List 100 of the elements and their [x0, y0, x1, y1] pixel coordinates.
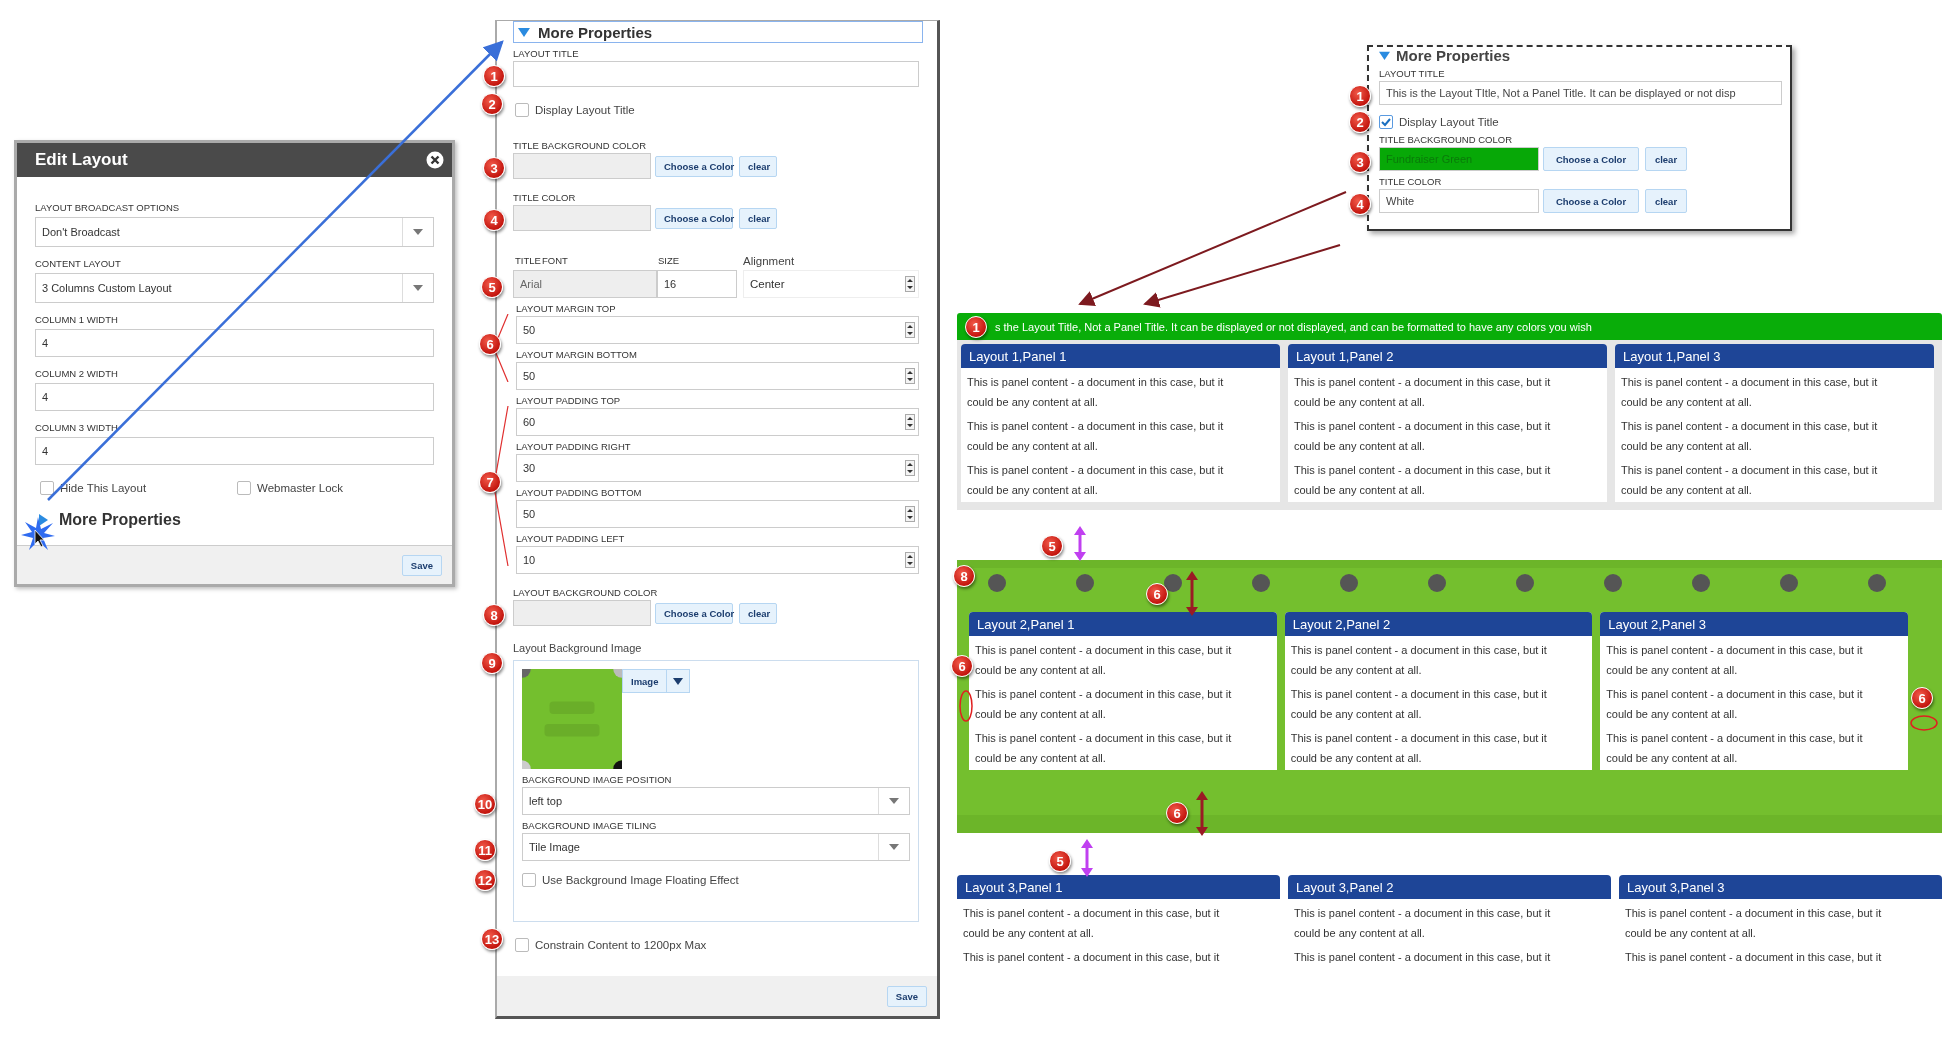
number-field[interactable]: 50: [516, 316, 919, 344]
input-field[interactable]: 16: [657, 270, 737, 298]
double-arrow: [1185, 571, 1199, 616]
callout-number: 9: [481, 652, 503, 674]
panel-text: This is panel content - a document in this case, but it could be any content at all.: [1294, 906, 1552, 941]
panel-text: This is panel content - a document in this case, but it could be any content at all.: [975, 687, 1233, 722]
field-label: LAYOUT PADDING RIGHT: [516, 441, 631, 452]
input-field[interactable]: This is the Layout TItle, Not a Panel Title. It can be displayed or not disp: [1379, 81, 1782, 105]
caret-icon: [673, 677, 684, 685]
choose-color-button[interactable]: Choose a Color: [1543, 189, 1639, 213]
clear-button[interactable]: clear: [1645, 147, 1687, 171]
spinner-icon[interactable]: [905, 460, 915, 476]
checkbox[interactable]: [1379, 115, 1393, 129]
dropdown[interactable]: Tile Image: [522, 833, 910, 861]
checkbox-label: Constrain Content to 1200px Max: [535, 939, 707, 951]
spinner-icon[interactable]: [905, 506, 915, 522]
callout-number: 1: [483, 65, 505, 87]
input-field[interactable]: 4: [35, 329, 434, 357]
spinner-icon[interactable]: [905, 276, 915, 292]
double-arrow: [1080, 839, 1094, 877]
number-field[interactable]: 50: [516, 500, 919, 528]
choose-color-button[interactable]: Choose a Color: [655, 602, 733, 624]
spinner-icon[interactable]: [905, 322, 915, 338]
dropdown[interactable]: left top: [522, 787, 910, 815]
checkbox[interactable]: [515, 103, 529, 117]
panel-text: This is panel content - a document in this case, but it could be any content at all.: [1294, 419, 1552, 454]
panel-title: Layout 1,Panel 2: [1288, 344, 1607, 368]
section-toggle[interactable]: More Properties: [59, 511, 181, 529]
field-label: TITLE COLOR: [1379, 176, 1442, 187]
callout-number: 1: [1349, 85, 1371, 107]
bracket-drawing: [493, 314, 509, 382]
dropdown[interactable]: 3 Columns Custom Layout: [35, 273, 434, 303]
choose-color-button[interactable]: Choose a Color: [1543, 147, 1639, 171]
alignment-spinner[interactable]: Center: [743, 270, 919, 298]
callout-number: 3: [1349, 151, 1371, 173]
clear-button[interactable]: clear: [739, 155, 777, 177]
panel-title: Layout 2,Panel 3: [1600, 612, 1908, 636]
field-label: TITLE: [515, 255, 542, 267]
caret-icon: [413, 285, 423, 291]
panel-text: This is panel content - a document in this case, but it could be any content at all.: [975, 731, 1233, 766]
panel-text: This is panel content - a document in this case, but it could be any content at all.: [967, 375, 1225, 410]
number-field[interactable]: 60: [516, 408, 919, 436]
choose-color-button[interactable]: Choose a Color: [655, 155, 733, 177]
section-header[interactable]: More Properties: [513, 21, 923, 43]
spinner-icon[interactable]: [905, 368, 915, 384]
checkbox[interactable]: [40, 481, 54, 495]
checkbox-label: Webmaster Lock: [257, 482, 344, 494]
field-label: LAYOUT MARGIN TOP: [516, 303, 616, 314]
clear-button[interactable]: clear: [1645, 189, 1687, 213]
color-field[interactable]: [513, 205, 651, 231]
callout-number: 5: [1041, 535, 1063, 557]
clear-button[interactable]: clear: [739, 602, 777, 624]
field-label: COLUMN 1 WIDTH: [35, 314, 119, 326]
section-header[interactable]: More Properties: [1379, 47, 1782, 63]
callout-number: 8: [483, 604, 505, 626]
panel-title: Layout 3,Panel 3: [1619, 875, 1942, 899]
callout-number: 4: [1349, 193, 1371, 215]
field-label: COLUMN 3 WIDTH: [35, 422, 119, 434]
field-label: TITLE BACKGROUND COLOR: [1379, 134, 1513, 145]
color-field[interactable]: White: [1379, 189, 1539, 213]
input-field[interactable]: Arial: [513, 270, 657, 298]
highlight-ellipse: [1910, 715, 1938, 731]
input-field[interactable]: 4: [35, 437, 434, 465]
panel-title: Layout 2,Panel 1: [969, 612, 1277, 636]
checkbox-label: Use Background Image Floating Effect: [542, 874, 739, 886]
expand-triangle-icon[interactable]: [37, 514, 49, 526]
field-label: LAYOUT PADDING BOTTOM: [516, 487, 642, 498]
callout-number: 4: [483, 209, 505, 231]
checkbox[interactable]: [515, 938, 529, 952]
choose-color-button[interactable]: Choose a Color: [655, 207, 733, 229]
callout-number: 11: [474, 839, 496, 861]
panel-title: Layout 2,Panel 2: [1284, 612, 1593, 636]
panel-text: This is panel content - a document in this case, but it could be any content at all.: [1290, 731, 1548, 766]
panel-text: This is panel content - a document in this case, but it could be any content at all.: [1294, 375, 1552, 410]
callout-number: 7: [479, 471, 501, 493]
double-arrow: [1073, 526, 1087, 561]
close-icon[interactable]: [426, 151, 444, 169]
field-label: CONTENT LAYOUT: [35, 258, 122, 270]
number-field[interactable]: 30: [516, 454, 919, 482]
dropdown[interactable]: Don't Broadcast: [35, 217, 434, 247]
image-dropdown-button[interactable]: Image: [622, 669, 691, 693]
double-arrow: [1195, 791, 1209, 836]
color-field[interactable]: [513, 153, 651, 179]
save-button[interactable]: Save: [886, 985, 927, 1007]
clear-button[interactable]: clear: [739, 207, 777, 229]
number-field[interactable]: 10: [516, 546, 919, 574]
spinner-icon[interactable]: [905, 414, 915, 430]
callout-number: 6: [951, 655, 973, 677]
save-button[interactable]: Save: [401, 554, 442, 576]
callout-number: 5: [481, 276, 503, 298]
color-field[interactable]: [513, 600, 651, 626]
spinner-icon[interactable]: [905, 552, 915, 568]
callout-number: 2: [481, 93, 503, 115]
checkbox[interactable]: [237, 481, 251, 495]
input-field[interactable]: 4: [35, 383, 434, 411]
number-field[interactable]: 50: [516, 362, 919, 390]
checkbox[interactable]: [522, 873, 536, 887]
panel-text: This is panel content - a document in this case, but it could be any content at all.: [1606, 643, 1864, 678]
input-field[interactable]: [513, 61, 919, 87]
callout-number: 10: [474, 793, 496, 815]
